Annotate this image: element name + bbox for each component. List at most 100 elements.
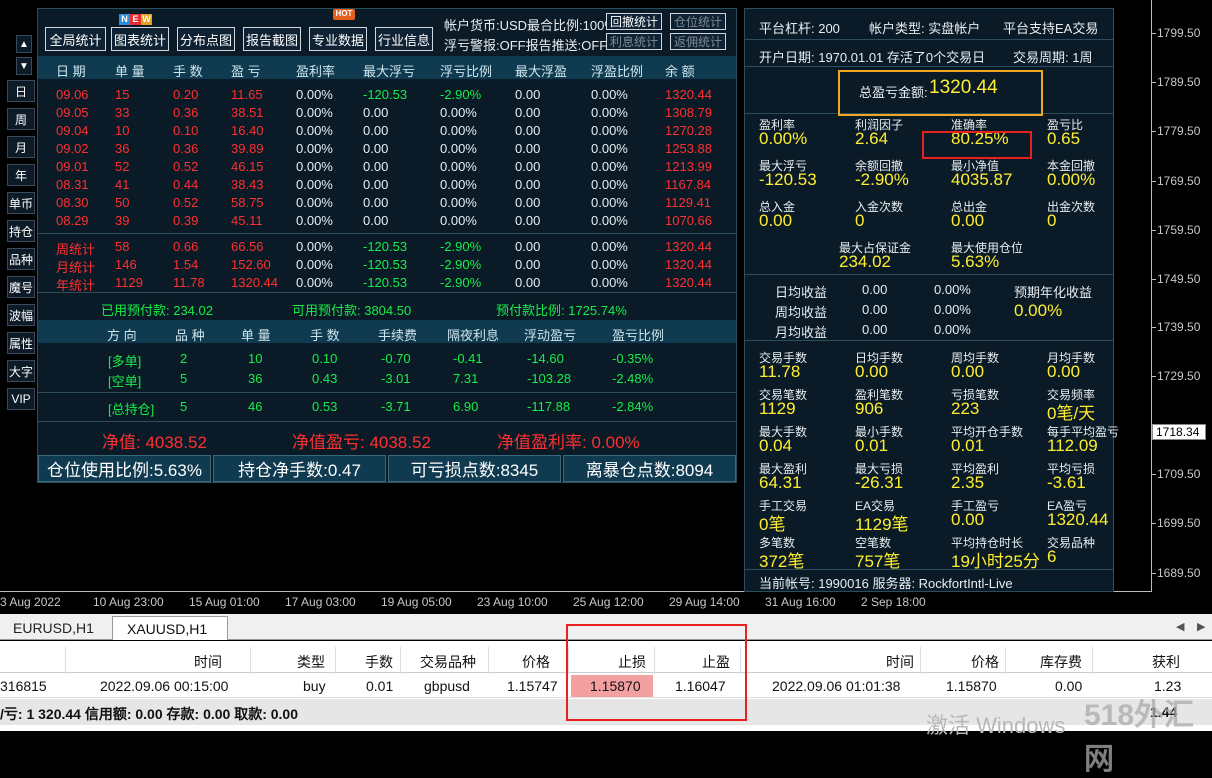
daily-cell: 33: [115, 105, 130, 120]
trade-cell-5: 1.15747: [507, 678, 558, 694]
stat-value: 64.31: [759, 473, 802, 492]
tab-scroll-right-icon[interactable]: ▶: [1197, 620, 1205, 633]
daily-cell: 1270.28: [665, 123, 712, 138]
trade-header-0: 时间: [194, 654, 222, 670]
equity-nav: 净值: 4038.52: [102, 433, 207, 452]
daily-cell: 0.00%: [440, 195, 477, 210]
return-pct: 0.00%: [934, 282, 971, 297]
stat-value: 112.09: [1047, 436, 1098, 455]
side-button-3[interactable]: 年: [7, 164, 35, 186]
stat-value: 0.01: [951, 436, 985, 455]
margin-used: 已用预付款: 234.02: [101, 303, 213, 318]
price-tick: 1779.50: [1157, 124, 1201, 138]
trade-header-4: 价格: [522, 654, 550, 670]
side-button-7[interactable]: 魔号: [7, 276, 35, 298]
scroll-up-button[interactable]: ▲: [16, 35, 32, 53]
side-button-0[interactable]: 日: [7, 80, 35, 102]
trade-header-1: 类型: [297, 654, 325, 670]
trade-highlight-box: [566, 624, 747, 721]
summary-cell: 152.60: [231, 257, 271, 272]
daily-cell: 09.01: [56, 159, 89, 174]
small-button-2[interactable]: 利息统计: [606, 33, 662, 50]
daily-cell: 38.43: [231, 177, 264, 192]
daily-cell: 0.00: [363, 105, 389, 120]
side-button-2[interactable]: 月: [7, 136, 35, 158]
side-button-9[interactable]: 属性: [7, 332, 35, 354]
position-cell: -0.70: [381, 351, 411, 366]
stat-value: 2.64: [855, 129, 889, 148]
summary-cell: 58: [115, 239, 130, 254]
daily-cell: 11.65: [231, 87, 263, 102]
summary-cell: 0.00%: [296, 275, 333, 290]
equity-rate: 净值盈利率: 0.00%: [497, 433, 640, 452]
position-cell: 5: [180, 371, 188, 386]
summary-cell: 1129: [115, 275, 143, 290]
position-cell: -0.41: [453, 351, 483, 366]
price-tick: 1699.50: [1157, 516, 1201, 530]
stat-value: 6: [1047, 547, 1057, 566]
daily-cell: 09.04: [56, 123, 89, 138]
daily-cell: 1129.41: [665, 195, 712, 210]
small-button-0[interactable]: 回撤统计: [606, 13, 662, 30]
right-sep: [745, 569, 1113, 570]
price-tick: 1789.50: [1157, 75, 1201, 89]
account-status: /亏: 1 320.44 信用额: 0.00 存款: 0.00 取款: 0.00: [0, 706, 299, 722]
price-tick-mark: [1152, 131, 1156, 132]
stat-value: 0: [1047, 211, 1057, 230]
daily-cell: 1213.99: [665, 159, 712, 174]
summary-cell: -2.90%: [440, 239, 482, 254]
daily-cell: 0.00%: [591, 87, 628, 102]
price-tick: 1689.50: [1157, 566, 1201, 580]
side-button-10[interactable]: 大字: [7, 360, 35, 382]
summary-cell: -2.90%: [440, 275, 482, 290]
daily-cell: 39: [115, 213, 130, 228]
daily-cell: 0.00%: [591, 105, 628, 120]
toolbar-button-2[interactable]: 分布点图: [177, 27, 235, 51]
tab-xauusd[interactable]: XAUUSD,H1: [112, 616, 228, 640]
position-cell: [空单]: [108, 374, 142, 389]
small-button-1[interactable]: 仓位统计: [670, 13, 726, 30]
side-button-8[interactable]: 波幅: [7, 304, 35, 326]
positions-header-3: 手 数: [310, 328, 340, 343]
daily-cell: 0.39: [173, 213, 199, 228]
summary-cell: 11.78: [173, 275, 205, 290]
toolbar-button-5[interactable]: 行业信息: [375, 27, 433, 51]
daily-cell: 38.51: [231, 105, 264, 120]
position-cell: 7.31: [453, 371, 479, 386]
tab-eurusd[interactable]: EURUSD,H1: [13, 620, 94, 636]
summary-cell: 146: [115, 257, 137, 272]
side-button-11[interactable]: VIP: [7, 388, 35, 410]
daily-cell: 1070.66: [665, 213, 712, 228]
stat-value: 11.78: [759, 362, 801, 381]
side-button-5[interactable]: 持仓: [7, 220, 35, 242]
daily-cell: 0.20: [173, 87, 199, 102]
total-pl-highlight-box: [838, 70, 1043, 116]
position-cell: 0.10: [312, 351, 338, 366]
price-tick-mark: [1152, 376, 1156, 377]
side-button-6[interactable]: 品种: [7, 248, 35, 270]
tab-scroll-left-icon[interactable]: ◀: [1176, 620, 1184, 633]
summary-cell: 1320.44: [665, 257, 712, 272]
position-cell: 2: [180, 351, 188, 366]
stat-value: 234.02: [839, 252, 891, 271]
account-footer: 当前帐号: 1990016 服务器: RockfortIntl-Live: [759, 576, 1013, 591]
daily-cell: 0.00: [515, 159, 541, 174]
toolbar-button-3[interactable]: 报告截图: [243, 27, 301, 51]
daily-header-8: 浮盈比例: [591, 64, 644, 79]
position-total-cell: 5: [180, 399, 188, 414]
stat-value: 0.00: [1047, 362, 1081, 381]
summary-cell: 0.00: [515, 275, 541, 290]
stat-value: 2.35: [951, 473, 985, 492]
side-button-4[interactable]: 单币: [7, 192, 35, 214]
position-total-cell: 0.53: [312, 399, 338, 414]
daily-cell: 0.00: [363, 141, 389, 156]
daily-cell: 08.30: [56, 195, 89, 210]
side-button-1[interactable]: 周: [7, 108, 35, 130]
summary-cell: 0.00%: [591, 239, 628, 254]
toolbar-button-4[interactable]: 专业数据: [309, 27, 367, 51]
small-button-3[interactable]: 返佣统计: [670, 33, 726, 50]
right-row2-0: 开户日期: 1970.01.01 存活了0个交易日: [759, 50, 986, 65]
toolbar-button-1[interactable]: 图表统计: [111, 27, 169, 51]
toolbar-button-0[interactable]: 全局统计: [45, 27, 106, 51]
scroll-down-button[interactable]: ▼: [16, 57, 32, 75]
